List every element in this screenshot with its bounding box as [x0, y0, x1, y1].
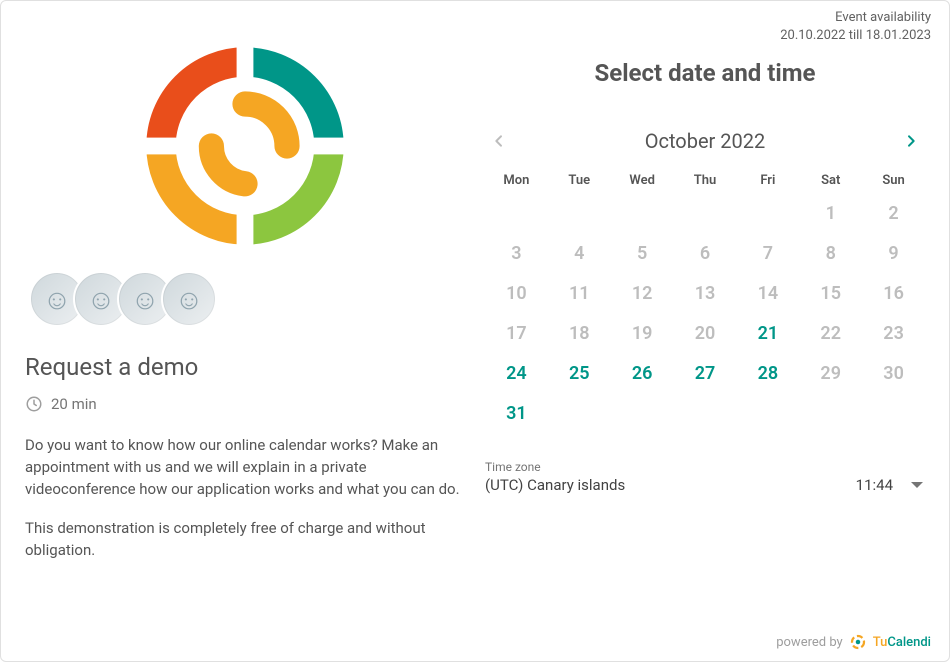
event-panel: ☺ ☺ ☺ ☺ Request a demo 20 min Do you wan… [25, 11, 485, 661]
calendar-day-available[interactable]: 31 [485, 400, 548, 426]
calendar-day-disabled: 22 [799, 320, 862, 346]
calendar-day-available[interactable]: 27 [674, 360, 737, 386]
calendar-day-disabled: 8 [799, 240, 862, 266]
booking-card: Event availability 20.10.2022 till 18.01… [0, 0, 950, 662]
month-navigation: October 2022 [485, 127, 925, 155]
avatar: ☺ [161, 271, 217, 327]
powered-by-label: powered by [776, 635, 843, 650]
calendar-day-disabled: 9 [862, 240, 925, 266]
prev-month-button[interactable] [485, 127, 513, 155]
calendar-day-available[interactable]: 26 [611, 360, 674, 386]
calendar-day-disabled: 17 [485, 320, 548, 346]
timezone-select[interactable]: (UTC) Canary islands 11:44 [485, 476, 925, 494]
calendar-day-disabled: 15 [799, 280, 862, 306]
weekday-label: Thu [674, 173, 737, 188]
clock-logo-icon [140, 41, 350, 251]
weekday-label: Sat [799, 173, 862, 188]
brand-tu: Tu [873, 635, 888, 650]
host-avatars: ☺ ☺ ☺ ☺ [25, 271, 465, 327]
availability-range: 20.10.2022 till 18.01.2023 [780, 27, 931, 45]
calendar-day-available[interactable]: 21 [736, 320, 799, 346]
calendar-day-available[interactable]: 25 [548, 360, 611, 386]
calendar-day-disabled: 1 [799, 200, 862, 226]
event-title: Request a demo [25, 353, 465, 381]
calendar-day-available[interactable]: 28 [736, 360, 799, 386]
timezone-label: Time zone [485, 460, 925, 474]
brand-cal: Calendi [887, 635, 931, 650]
calendar-grid: 1234567891011121314151617181920212223242… [485, 200, 925, 426]
calendar-day-disabled: 10 [485, 280, 548, 306]
chevron-down-icon [911, 482, 923, 488]
calendar-day-disabled: 29 [799, 360, 862, 386]
calendar-day-disabled: 12 [611, 280, 674, 306]
calendar-day-disabled: 16 [862, 280, 925, 306]
calendar-day-disabled: 23 [862, 320, 925, 346]
calendar-day-disabled: 19 [611, 320, 674, 346]
next-month-button[interactable] [897, 127, 925, 155]
calendar-day-disabled: 13 [674, 280, 737, 306]
calendar-day-disabled: 11 [548, 280, 611, 306]
timezone-value: (UTC) Canary islands [485, 476, 625, 494]
weekday-label: Tue [548, 173, 611, 188]
calendar-day-disabled: 7 [736, 240, 799, 266]
brand-logo [25, 41, 465, 271]
availability-info: Event availability 20.10.2022 till 18.01… [780, 9, 931, 44]
description-paragraph: Do you want to know how our online calen… [25, 435, 465, 500]
weekday-label: Sun [862, 173, 925, 188]
chevron-right-icon [903, 133, 919, 149]
event-description: Do you want to know how our online calen… [25, 435, 465, 562]
powered-by-footer[interactable]: powered by TuCalendi [776, 633, 931, 651]
calendar-day-disabled: 6 [674, 240, 737, 266]
weekday-label: Wed [611, 173, 674, 188]
picker-title: Select date and time [485, 59, 925, 87]
calendar-day-disabled: 20 [674, 320, 737, 346]
calendar-day-disabled: 14 [736, 280, 799, 306]
date-picker-panel: Select date and time October 2022 Mon Tu… [485, 11, 925, 661]
weekday-label: Mon [485, 173, 548, 188]
description-paragraph: This demonstration is completely free of… [25, 518, 465, 562]
calendar-day-disabled: 18 [548, 320, 611, 346]
weekday-label: Fri [736, 173, 799, 188]
availability-label: Event availability [780, 9, 931, 27]
brand-mark-icon [849, 633, 867, 651]
weekday-header: Mon Tue Wed Thu Fri Sat Sun [485, 173, 925, 188]
month-label: October 2022 [513, 129, 897, 153]
calendar-day-disabled: 30 [862, 360, 925, 386]
calendar-day-available[interactable]: 24 [485, 360, 548, 386]
duration-row: 20 min [25, 395, 465, 413]
clock-icon [25, 395, 43, 413]
calendar-day-disabled: 4 [548, 240, 611, 266]
timezone-block: Time zone (UTC) Canary islands 11:44 [485, 460, 925, 494]
duration-value: 20 min [51, 395, 97, 413]
chevron-left-icon [491, 133, 507, 149]
calendar-day-disabled: 3 [485, 240, 548, 266]
calendar-day-disabled: 2 [862, 200, 925, 226]
calendar-day-disabled: 5 [611, 240, 674, 266]
timezone-clock: 11:44 [856, 476, 893, 494]
